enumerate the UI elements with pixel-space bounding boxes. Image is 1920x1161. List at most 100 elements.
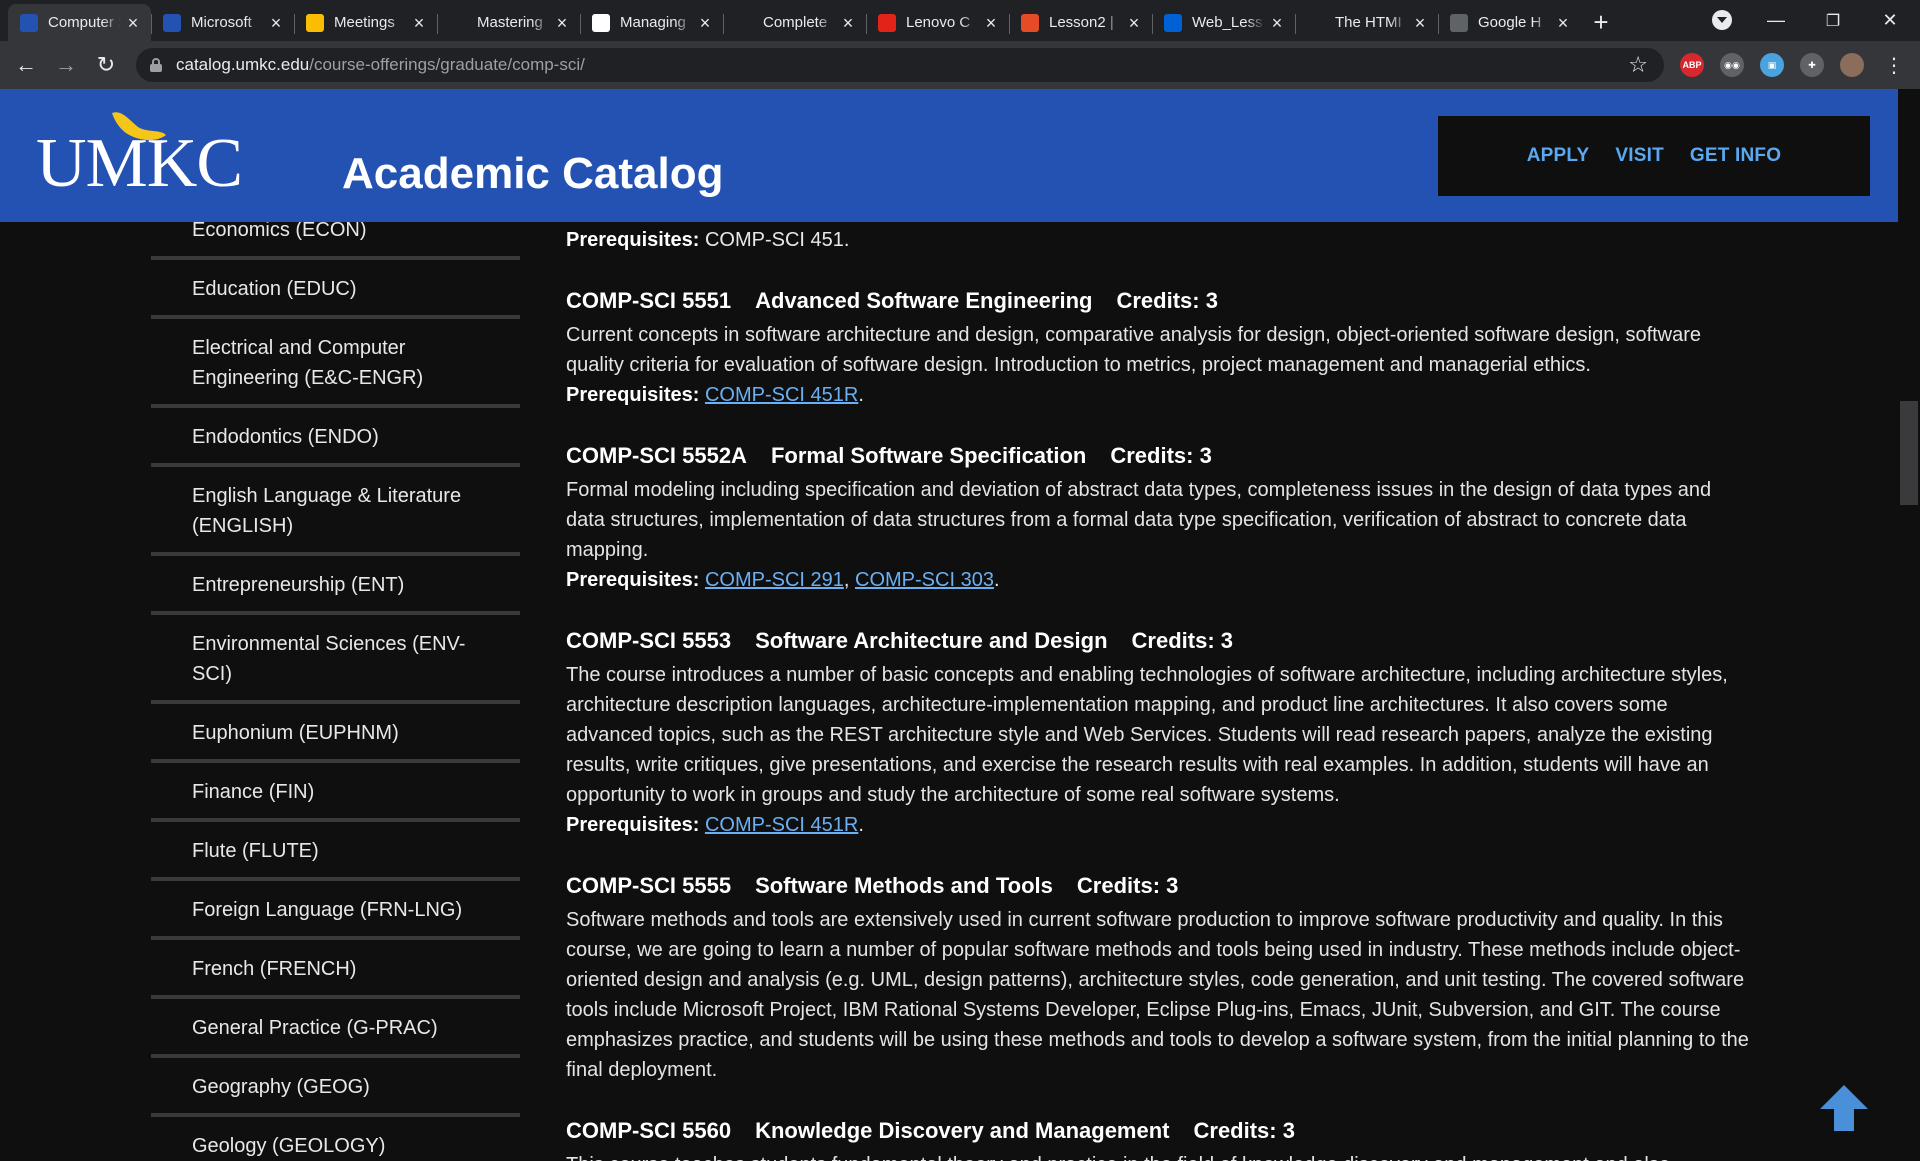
tab-strip: Computer Science×Microsoft×Meetings×Mast… (0, 0, 1920, 41)
sidebar-item[interactable]: Finance (FIN) (151, 763, 520, 822)
browser-tab[interactable]: Computer Science× (8, 4, 151, 41)
tab-close-icon[interactable]: × (268, 14, 284, 32)
sidebar-item[interactable]: Endodontics (ENDO) (151, 408, 520, 467)
sidebar-item[interactable]: Foreign Language (FRN-LNG) (151, 881, 520, 940)
prereq-link[interactable]: COMP-SCI 303 (855, 569, 994, 591)
browser-tab[interactable]: Meetings × (294, 4, 437, 41)
umkc-icon (163, 13, 181, 32)
browser-tab[interactable]: Web_Less × (1152, 4, 1295, 41)
prereq-text: COMP-SCI 451. (704, 229, 850, 251)
tab-close-icon[interactable]: × (840, 14, 856, 32)
prereq-link[interactable]: COMP-SCI 291 (705, 569, 844, 591)
visit-link[interactable]: VISIT (1615, 145, 1664, 167)
a-icon (1307, 13, 1325, 32)
gear-icon (1021, 13, 1039, 32)
browser-tab[interactable]: Microsoft × (151, 4, 294, 41)
course-entry: COMP-SCI 5552A Formal Software Specificat… (566, 441, 1751, 595)
get-info-link[interactable]: GET INFO (1690, 145, 1781, 167)
sidebar-item[interactable]: Geography (GEOG) (151, 1058, 520, 1117)
browser-tab[interactable]: Google H × (1438, 4, 1581, 41)
cta-nav: APPLY VISIT GET INFO (1438, 116, 1870, 196)
bookmark-star-icon[interactable]: ☆ (1628, 52, 1648, 78)
tab-close-icon[interactable]: × (1269, 14, 1285, 32)
tab-close-icon[interactable]: × (983, 14, 999, 32)
tab-title: Lenovo C (906, 14, 971, 31)
course-heading: COMP-SCI 5555 Software Methods and Tools C… (566, 871, 1751, 901)
prereq-label: Prerequisites: (566, 814, 700, 836)
scrollbar[interactable] (1898, 89, 1920, 1161)
tab-close-icon[interactable]: × (697, 14, 713, 32)
menu-icon[interactable]: ⋮ (1878, 49, 1910, 81)
browser-tab[interactable]: The HTMI × (1295, 4, 1438, 41)
sidebar-item[interactable]: Education (EDUC) (151, 260, 520, 319)
tab-close-icon[interactable]: × (1126, 14, 1142, 32)
tab-title: Complete (763, 14, 828, 31)
tab-search-icon[interactable] (1712, 10, 1732, 30)
back-icon[interactable]: ← (10, 49, 42, 81)
prereq-label: Prerequisites: (566, 229, 700, 251)
site-header: UMKC Academic Catalog APPLY VISIT GET IN… (0, 89, 1898, 222)
browser-tab[interactable]: Mastering × (437, 4, 580, 41)
tab-close-icon[interactable]: × (1412, 14, 1428, 32)
address-bar[interactable]: catalog.umkc.edu /course-offerings/gradu… (136, 48, 1664, 82)
tab-list: Computer Science×Microsoft×Meetings×Mast… (0, 4, 1581, 41)
adblock-icon[interactable]: ABP (1680, 53, 1704, 77)
github-icon (592, 13, 610, 32)
sidebar-item[interactable]: Entrepreneurship (ENT) (151, 556, 520, 615)
github-icon (735, 13, 753, 32)
tab-title: Meetings (334, 14, 395, 31)
sidebar-item[interactable]: Environmental Sciences (ENV-SCI) (151, 615, 520, 704)
tab-title: The HTMI (1335, 14, 1402, 31)
prereq-label: Prerequisites: (566, 569, 700, 591)
new-tab-button[interactable]: + (1581, 4, 1621, 41)
apply-link[interactable]: APPLY (1527, 145, 1590, 167)
puzzle-icon[interactable]: ✚ (1800, 53, 1824, 77)
prereq-link[interactable]: COMP-SCI 451R (705, 814, 858, 836)
profile-avatar[interactable] (1840, 53, 1864, 77)
restore-icon[interactable]: ❐ (1803, 0, 1863, 41)
box-icon (1164, 13, 1182, 32)
close-window-icon[interactable]: ✕ (1860, 0, 1920, 41)
scrollbar-thumb[interactable] (1900, 401, 1918, 505)
forward-icon[interactable]: → (50, 49, 82, 81)
prereq-line: Prerequisites: COMP-SCI 451R. (566, 814, 864, 836)
browser-tab[interactable]: Managing × (580, 4, 723, 41)
save-icon[interactable]: ▣ (1760, 53, 1784, 77)
prereq-link[interactable]: COMP-SCI 451R (705, 384, 858, 406)
course-entry: COMP-SCI 5551 Advanced Software Engineeri… (566, 286, 1751, 410)
sidebar-item[interactable]: Flute (FLUTE) (151, 822, 520, 881)
tab-title: Lesson2 | (1049, 14, 1114, 31)
course-description: Software methods and tools are extensive… (566, 909, 1749, 1081)
sidebar-item[interactable]: Euphonium (EUPHNM) (151, 704, 520, 763)
browser-tab[interactable]: Complete × (723, 4, 866, 41)
url-path: /course-offerings/graduate/comp-sci/ (309, 55, 585, 74)
back-to-top-button[interactable] (1804, 1068, 1884, 1148)
prereq-line: Prerequisites: COMP-SCI 451. (566, 225, 1751, 255)
tab-close-icon[interactable]: × (1555, 14, 1571, 32)
course-list: Prerequisites: COMP-SCI 451. COMP-SCI 55… (566, 225, 1751, 1161)
github-icon (449, 13, 467, 32)
tab-close-icon[interactable]: × (125, 14, 141, 32)
tab-close-icon[interactable]: × (411, 14, 427, 32)
sidebar-item[interactable]: General Practice (G-PRAC) (151, 999, 520, 1058)
sidebar-item[interactable]: English Language & Literature (ENGLISH) (151, 467, 520, 556)
arrow-up-icon (1820, 1085, 1868, 1131)
spy-icon[interactable]: ◉◉ (1720, 53, 1744, 77)
tab-title: Managing (620, 14, 686, 31)
course-code: COMP-SCI 5553 (566, 628, 732, 653)
tab-close-icon[interactable]: × (554, 14, 570, 32)
reload-icon[interactable]: ↻ (90, 49, 122, 81)
course-description: Current concepts in software architectur… (566, 324, 1702, 376)
umkc-icon (20, 13, 38, 32)
url-host: catalog.umkc.edu (176, 55, 310, 74)
minimize-icon[interactable]: — (1746, 0, 1806, 41)
course-description: The course introduces a number of basic … (566, 664, 1728, 806)
course-heading: COMP-SCI 5551 Advanced Software Engineeri… (566, 286, 1751, 316)
sidebar-item[interactable]: French (FRENCH) (151, 940, 520, 999)
tab-title: Google H (1478, 14, 1542, 31)
sidebar-item[interactable]: Electrical and Computer Engineering (E&C… (151, 319, 520, 408)
umkc-logo[interactable]: UMKC (36, 107, 243, 199)
sidebar-item[interactable]: Geology (GEOLOGY) (151, 1117, 520, 1161)
browser-tab[interactable]: Lesson2 | × (1009, 4, 1152, 41)
browser-tab[interactable]: Lenovo C × (866, 4, 1009, 41)
